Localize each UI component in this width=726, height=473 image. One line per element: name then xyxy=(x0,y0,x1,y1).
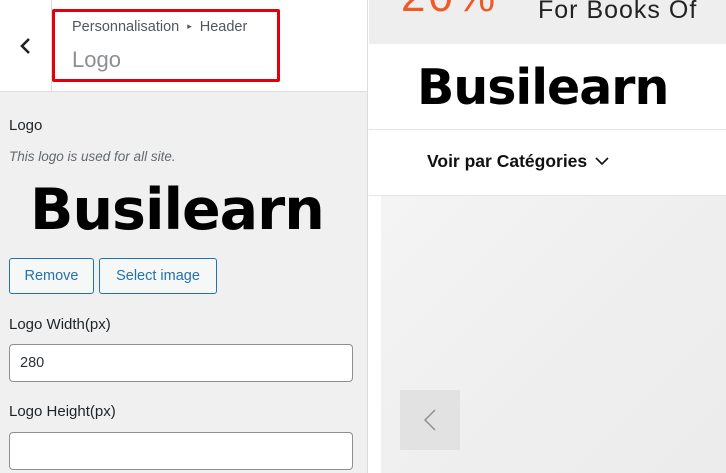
promo-bar: 20% For Books Of xyxy=(369,0,726,44)
back-button[interactable] xyxy=(0,0,52,91)
remove-button[interactable]: Remove xyxy=(9,258,94,294)
promo-percent: 20% xyxy=(401,0,498,22)
breadcrumb-parent: Personnalisation xyxy=(72,19,180,35)
select-image-button[interactable]: Select image xyxy=(99,258,217,294)
slider-prev-icon xyxy=(424,409,436,431)
category-nav-label: Voir par Catégories xyxy=(427,151,588,171)
logo-label: Logo xyxy=(9,117,43,134)
logo-width-value: 280 xyxy=(20,355,45,371)
breadcrumb-separator: ▸ xyxy=(187,21,192,31)
logo-width-label: Logo Width(px) xyxy=(9,316,111,333)
site-logo[interactable]: Busilearn xyxy=(417,60,669,116)
breadcrumb-current: Header xyxy=(199,19,248,35)
customizer-panel: Personnalisation ▸ Header Logo Logo This l… xyxy=(0,0,368,473)
logo-height-label: Logo Height(px) xyxy=(9,403,116,420)
chevron-down-icon xyxy=(595,157,609,166)
logo-preview-image: Busilearn xyxy=(30,177,325,243)
slider-prev-button[interactable] xyxy=(400,390,460,450)
panel-title: Logo xyxy=(72,47,121,72)
panel-header: Personnalisation ▸ Header Logo xyxy=(0,0,367,92)
header-divider xyxy=(369,129,726,130)
breadcrumb: Personnalisation ▸ Header xyxy=(72,19,247,35)
logo-height-input[interactable] xyxy=(9,432,353,470)
logo-width-input[interactable]: 280 xyxy=(9,344,353,382)
category-nav[interactable]: Voir par Catégories xyxy=(427,151,609,172)
promo-text: For Books Of xyxy=(538,0,698,24)
chevron-left-icon xyxy=(19,37,30,54)
logo-description: This logo is used for all site. xyxy=(9,149,176,164)
